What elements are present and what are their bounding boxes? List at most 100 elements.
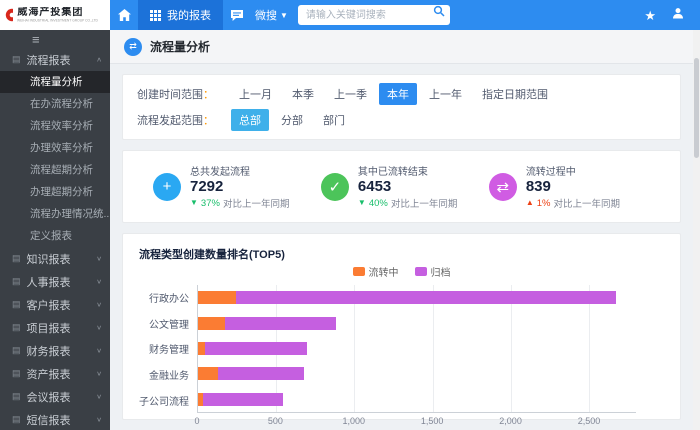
star-icon[interactable]: ★	[644, 9, 656, 22]
stat-title: 总共发起流程	[190, 163, 289, 178]
chart-title: 流程类型创建数量排名(TOP5)	[139, 246, 664, 262]
search-icon[interactable]	[433, 4, 445, 22]
sidebar: ≡ ▤流程报表∧流程量分析在办流程分析流程效率分析办理效率分析流程超期分析办理超…	[0, 30, 110, 430]
filter-option[interactable]: 本季	[284, 83, 322, 105]
page-title: 流程量分析	[150, 38, 210, 55]
sidebar-item-0-3[interactable]: 办理效率分析	[0, 137, 110, 159]
sidebar-group-8[interactable]: ▤短信报表∨	[0, 408, 110, 430]
sidebar-item-0-6[interactable]: 流程办理情况统...	[0, 203, 110, 225]
report-menu-icon: ▤	[12, 253, 21, 264]
filter-label: 创建时间范围：	[137, 86, 231, 102]
sidebar-group-5[interactable]: ▤财务报表∨	[0, 339, 110, 362]
sidebar-item-0-7[interactable]: 定义报表	[0, 225, 110, 247]
filter-option[interactable]: 上一季	[326, 83, 375, 105]
x-axis-tick-label: 0	[194, 416, 199, 426]
search-box	[298, 0, 450, 30]
sidebar-group-label: 知识报表	[27, 251, 71, 267]
bar-segment[interactable]	[198, 342, 205, 355]
sidebar-group-label: 资产报表	[27, 366, 71, 382]
apps-grid-icon	[150, 10, 161, 21]
filter-option[interactable]: 部门	[315, 109, 353, 131]
sidebar-item-0-2[interactable]: 流程效率分析	[0, 115, 110, 137]
filter-colon: ：	[203, 115, 214, 127]
company-logo: 威海产投集团 WEIHAI INDUSTRIAL INVESTMENT GROU…	[0, 0, 110, 30]
stat-delta: 1%	[537, 198, 551, 209]
sidebar-group-1[interactable]: ▤ 知识报表 ∨	[0, 247, 110, 270]
chevron-down-icon: ∨	[96, 393, 102, 400]
chevron-down-icon: ∨	[96, 416, 102, 423]
search-input[interactable]	[298, 5, 450, 25]
home-icon[interactable]	[110, 0, 138, 30]
grid-region	[197, 285, 636, 413]
y-axis-label: 行政办公	[139, 290, 197, 305]
bar-segment[interactable]	[198, 291, 236, 304]
stat-value: 7292	[190, 178, 289, 195]
stat-block-2: ⇄流转过程中839▲1%对比上一年同期	[489, 163, 620, 210]
filter-row-1: 流程发起范围：总部分部部门	[137, 107, 666, 133]
wesearch-dropdown[interactable]: 微搜 ▼	[255, 0, 288, 30]
sidebar-group-2[interactable]: ▤人事报表∨	[0, 270, 110, 293]
legend-item-1[interactable]: 归档	[415, 264, 451, 279]
bar-segment[interactable]	[218, 367, 304, 380]
x-axis-tick-label: 2,500	[578, 416, 601, 426]
sidebar-group-label: 财务报表	[27, 343, 71, 359]
plot-area: 05001,0001,5002,0002,500	[197, 285, 664, 427]
scrollbar-track[interactable]	[693, 30, 700, 430]
filter-option[interactable]: 本年	[379, 83, 417, 105]
chevron-down-icon: ∨	[96, 278, 102, 285]
sidebar-group-6[interactable]: ▤资产报表∨	[0, 362, 110, 385]
chevron-down-icon: ∨	[96, 255, 102, 262]
legend-item-0[interactable]: 流转中	[353, 264, 399, 279]
sidebar-group-label: 会议报表	[27, 389, 71, 405]
sidebar-group-3[interactable]: ▤客户报表∨	[0, 293, 110, 316]
stat-delta: 40%	[369, 198, 388, 209]
page-header: ⇄ 流程量分析	[110, 30, 693, 64]
bar-segment[interactable]	[198, 317, 225, 330]
logo-subtitle: WEIHAI INDUSTRIAL INVESTMENT GROUP CO.,L…	[17, 19, 65, 22]
tab-my-reports[interactable]: 我的报表	[138, 0, 223, 30]
scrollbar-thumb[interactable]	[694, 58, 699, 158]
stat-delta: 37%	[201, 198, 220, 209]
filter-option[interactable]: 总部	[231, 109, 269, 131]
chart-card: 流程类型创建数量排名(TOP5) 流转中归档 行政办公公文管理财务管理金融业务子…	[122, 233, 681, 420]
sidebar-group-7[interactable]: ▤会议报表∨	[0, 385, 110, 408]
my-reports-label: 我的报表	[167, 7, 211, 23]
bar-segment[interactable]	[225, 317, 336, 330]
bar-segment[interactable]	[236, 291, 616, 304]
stat-change: ▲1%对比上一年同期	[526, 196, 620, 210]
user-icon[interactable]	[672, 6, 684, 24]
bar-segment[interactable]	[205, 342, 307, 355]
sidebar-group-4[interactable]: ▤项目报表∨	[0, 316, 110, 339]
bar-row-3	[198, 367, 636, 380]
stat-compare-label: 对比上一年同期	[553, 196, 620, 210]
filter-option[interactable]: 分部	[273, 109, 311, 131]
bar-segment[interactable]	[203, 393, 284, 406]
stat-compare-label: 对比上一年同期	[223, 196, 290, 210]
legend-swatch	[415, 267, 427, 276]
x-axis-tick-label: 1,500	[421, 416, 444, 426]
filter-option[interactable]: 上一月	[231, 83, 280, 105]
bar-segment[interactable]	[198, 367, 218, 380]
bar-row-2	[198, 342, 636, 355]
bar-row-1	[198, 317, 636, 330]
filter-option[interactable]: 指定日期范围	[474, 83, 556, 105]
sidebar-item-0-4[interactable]: 流程超期分析	[0, 159, 110, 181]
stat-title: 其中已流转结束	[358, 163, 457, 178]
chevron-down-icon: ▼	[280, 11, 288, 20]
sidebar-item-0-1[interactable]: 在办流程分析	[0, 93, 110, 115]
chat-icon[interactable]	[223, 0, 251, 30]
chevron-up-icon: ∧	[96, 56, 102, 63]
bar-row-4	[198, 393, 636, 406]
plus-icon: +	[153, 173, 181, 201]
report-menu-icon: ▤	[12, 276, 21, 287]
triangle-down-icon: ▼	[358, 199, 366, 207]
bars-container	[198, 285, 636, 412]
filter-option[interactable]: 上一年	[421, 83, 470, 105]
chart-plot: 行政办公公文管理财务管理金融业务子公司流程 05001,0001,5002,00…	[139, 285, 664, 427]
sidebar-item-0-0[interactable]: 流程量分析	[0, 71, 110, 93]
sidebar-group-0[interactable]: ▤流程报表∧	[0, 48, 110, 71]
stat-change: ▼40%对比上一年同期	[358, 196, 457, 210]
sidebar-item-0-5[interactable]: 办理超期分析	[0, 181, 110, 203]
sidebar-collapse[interactable]: ≡	[0, 30, 110, 48]
topbar-right: ★	[644, 0, 700, 30]
